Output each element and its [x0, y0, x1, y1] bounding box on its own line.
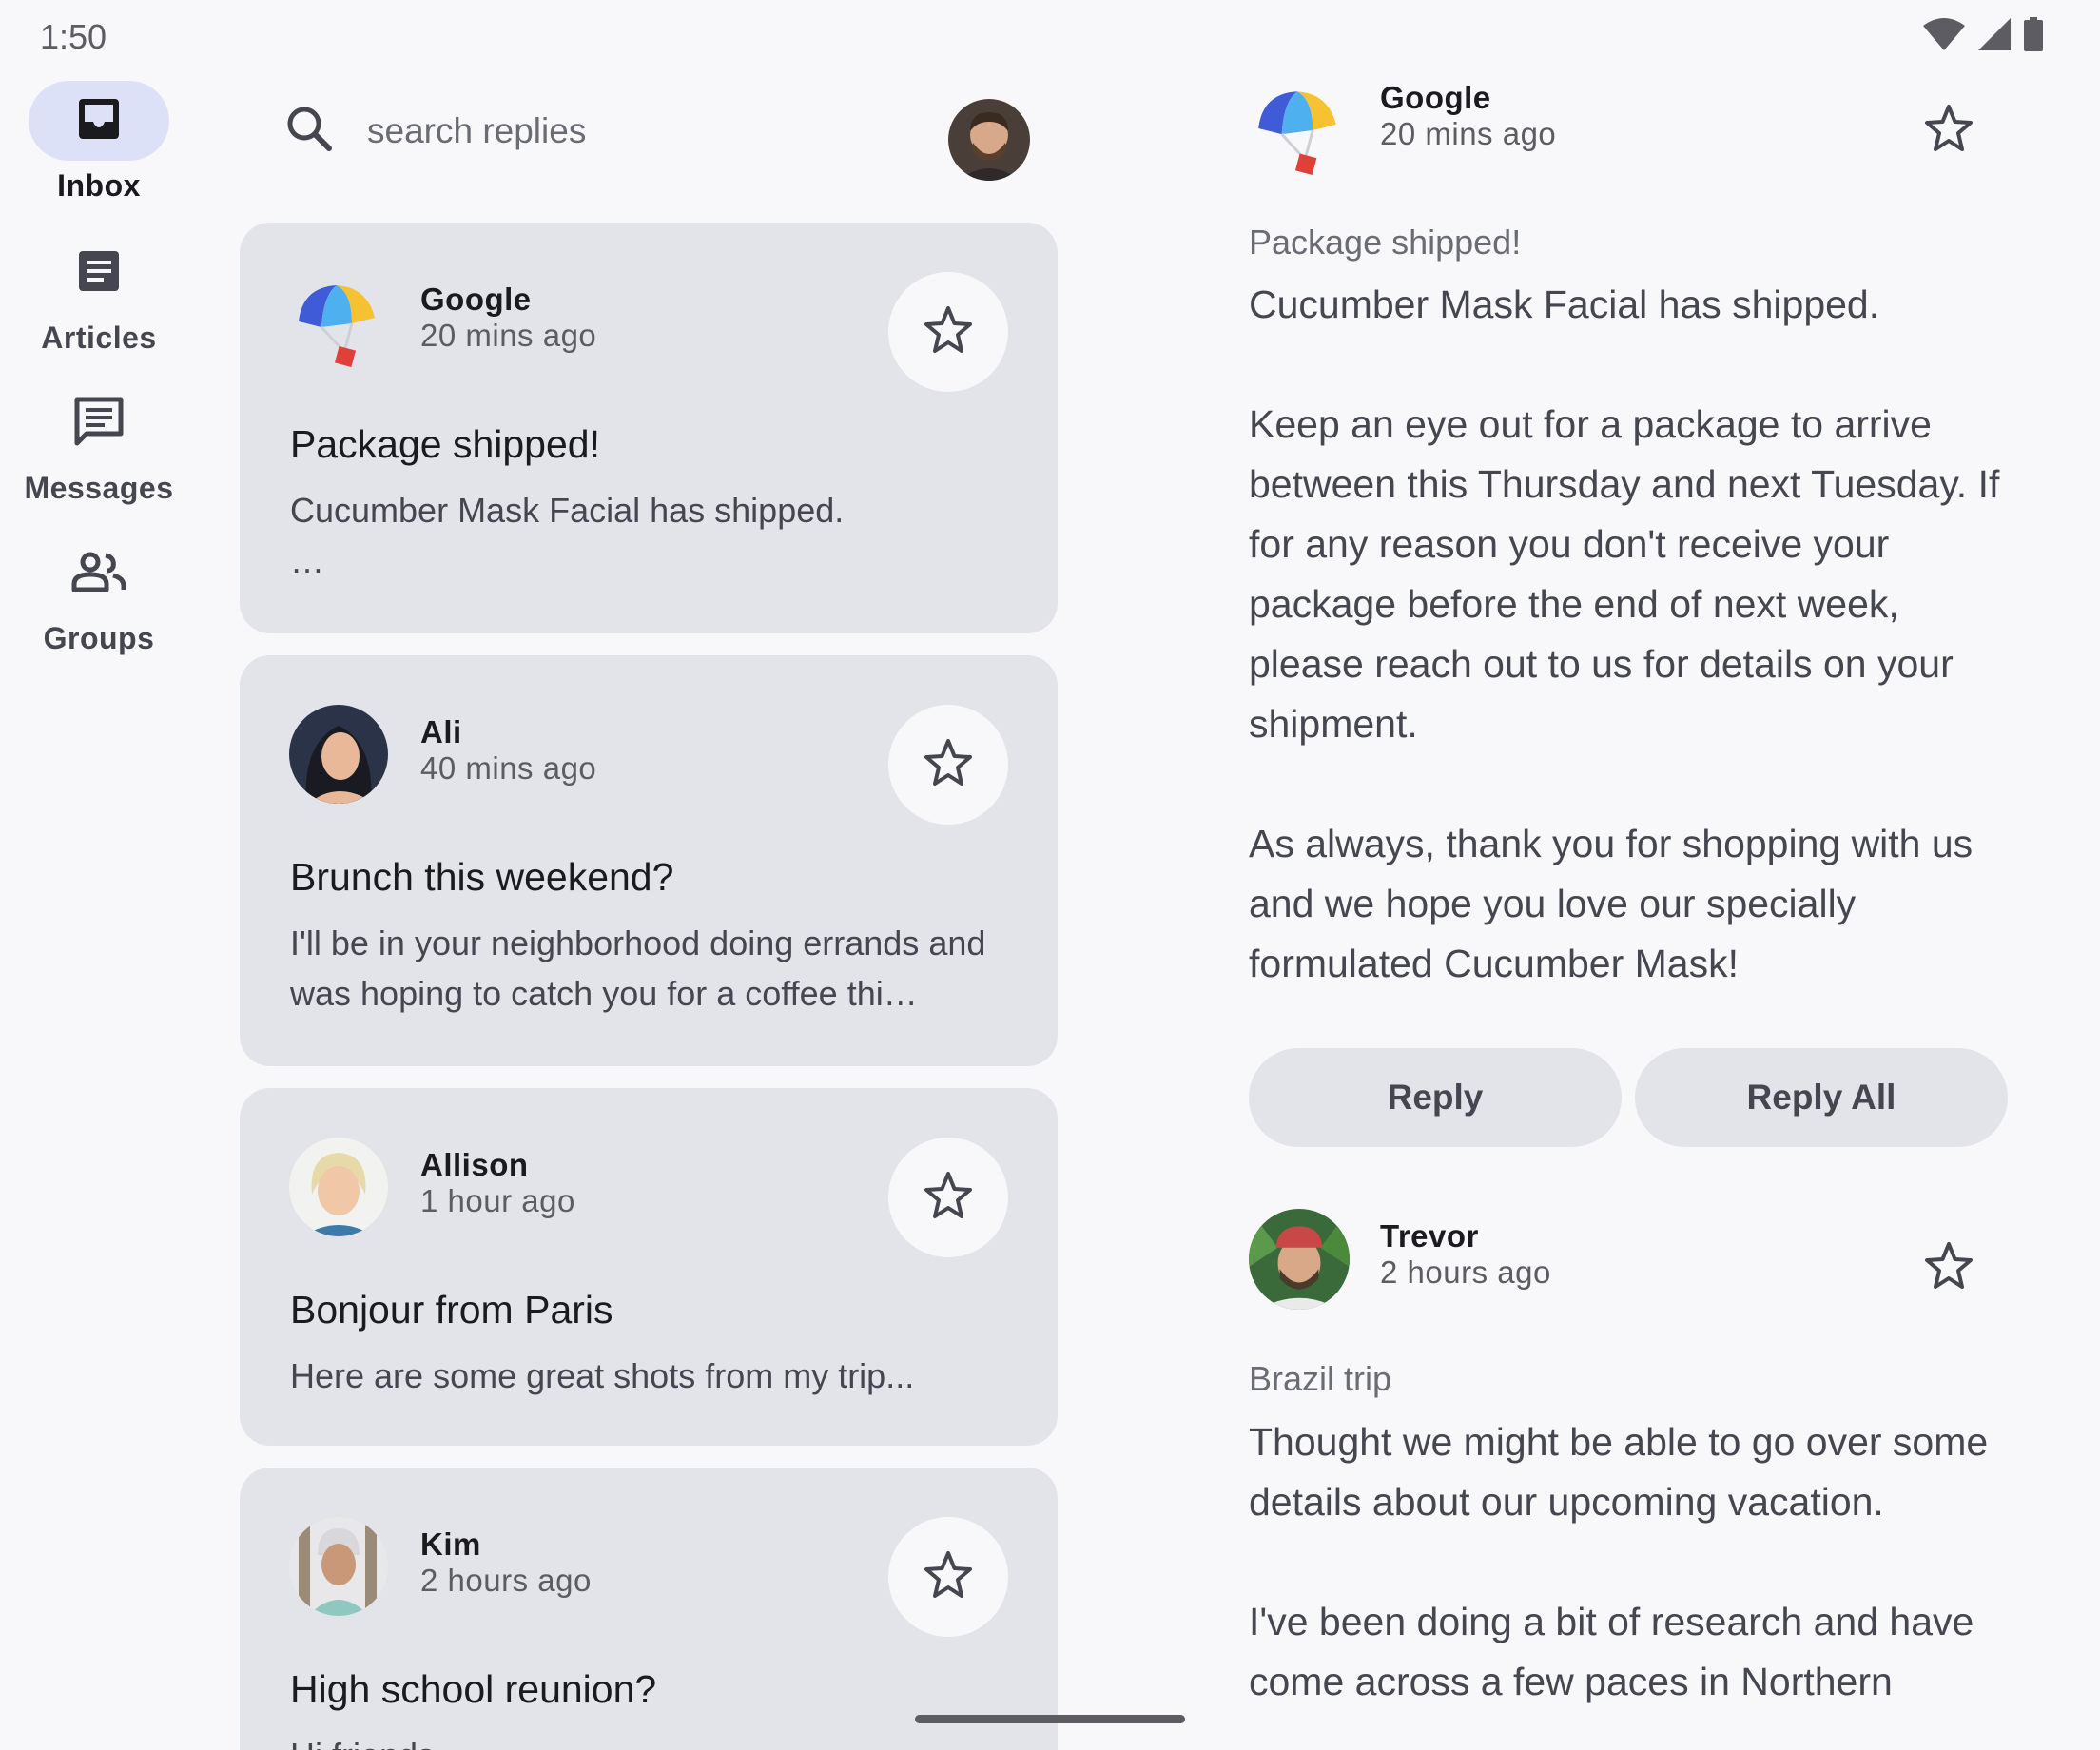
status-time: 1:50: [40, 17, 107, 56]
email-time: 20 mins ago: [1380, 116, 1557, 151]
search-input[interactable]: search replies: [367, 111, 586, 151]
sender-avatar: [289, 1517, 388, 1616]
nav-label-articles: Articles: [41, 321, 157, 355]
email-time: 1 hour ago: [420, 1183, 575, 1218]
star-button[interactable]: [888, 1138, 1008, 1257]
nav-item-messages[interactable]: Messages: [0, 383, 198, 506]
email-card[interactable]: Allison 1 hour ago Bonjour from Paris He…: [240, 1088, 1058, 1446]
nav-label-messages: Messages: [24, 471, 174, 505]
gesture-handle: [915, 1715, 1185, 1723]
sender-avatar: [1249, 1209, 1350, 1310]
star-button[interactable]: [888, 705, 1008, 825]
email-card[interactable]: Google 20 mins ago Package shipped! Cucu…: [240, 223, 1058, 633]
email-subject: Package shipped!: [290, 422, 600, 466]
active-indicator: [29, 81, 169, 161]
email-time: 20 mins ago: [420, 318, 597, 353]
sender-name: Google: [1380, 80, 1491, 115]
nav-label-inbox: Inbox: [57, 168, 141, 203]
sender-name: Ali: [420, 714, 462, 749]
email-body: Thought we might be able to go over some…: [1249, 1420, 1989, 1703]
star-icon: [922, 736, 975, 794]
email-preview: Hi friends,: [290, 1730, 1013, 1750]
email-time: 2 hours ago: [1380, 1254, 1551, 1290]
star-icon: [922, 303, 975, 361]
star-button[interactable]: [888, 1517, 1008, 1637]
email-card[interactable]: Kim 2 hours ago High school reunion? Hi …: [240, 1468, 1058, 1750]
chat-icon: [73, 396, 125, 452]
star-icon: [922, 1169, 975, 1227]
star-icon: [1922, 102, 1975, 160]
sender-avatar: [289, 705, 388, 804]
nav-item-inbox[interactable]: Inbox: [0, 81, 198, 204]
sender-avatar: [1249, 78, 1350, 179]
battery-icon: [2024, 17, 2043, 56]
sender-avatar: [289, 272, 388, 371]
sender-name: Google: [420, 282, 532, 317]
email-subject: High school reunion?: [290, 1667, 657, 1711]
groups-icon: [71, 552, 126, 596]
star-icon: [922, 1548, 975, 1606]
sender-name: Allison: [420, 1147, 529, 1182]
email-subject: Brazil trip: [1249, 1359, 1392, 1398]
star-button[interactable]: [888, 272, 1008, 392]
sender-name: Trevor: [1380, 1218, 1479, 1254]
email-time: 40 mins ago: [420, 750, 597, 786]
profile-avatar[interactable]: [948, 99, 1030, 181]
reply-button[interactable]: Reply: [1249, 1048, 1622, 1147]
nav-item-groups[interactable]: Groups: [0, 534, 198, 656]
nav-label-groups: Groups: [43, 621, 155, 655]
star-button[interactable]: [1915, 1235, 1982, 1301]
email-detail-pane: Google 20 mins ago Package shipped! Cucu…: [1249, 0, 2010, 1750]
article-icon: [76, 248, 122, 299]
reply-all-button[interactable]: Reply All: [1635, 1048, 2008, 1147]
email-preview: I'll be in your neighborhood doing erran…: [290, 924, 986, 1013]
email-preview: Here are some great shots from my trip..…: [290, 1356, 915, 1395]
star-icon: [1922, 1239, 1975, 1297]
email-subject: Bonjour from Paris: [290, 1288, 613, 1332]
sender-avatar: [289, 1138, 388, 1236]
email-time: 2 hours ago: [420, 1563, 592, 1598]
email-preview: Cucumber Mask Facial has shipped. …: [290, 491, 845, 580]
star-button[interactable]: [1915, 97, 1982, 164]
search-icon: [285, 105, 333, 157]
search-bar[interactable]: search replies: [285, 105, 586, 157]
nav-item-articles[interactable]: Articles: [0, 233, 198, 356]
email-body: Cucumber Mask Facial has shipped. Keep a…: [1249, 282, 2000, 985]
email-card[interactable]: Ali 40 mins ago Brunch this weekend? I'l…: [240, 655, 1058, 1066]
inbox-icon: [76, 96, 122, 146]
email-subject: Brunch this weekend?: [290, 855, 674, 899]
email-subject: Package shipped!: [1249, 223, 1522, 262]
sender-name: Kim: [420, 1526, 481, 1562]
